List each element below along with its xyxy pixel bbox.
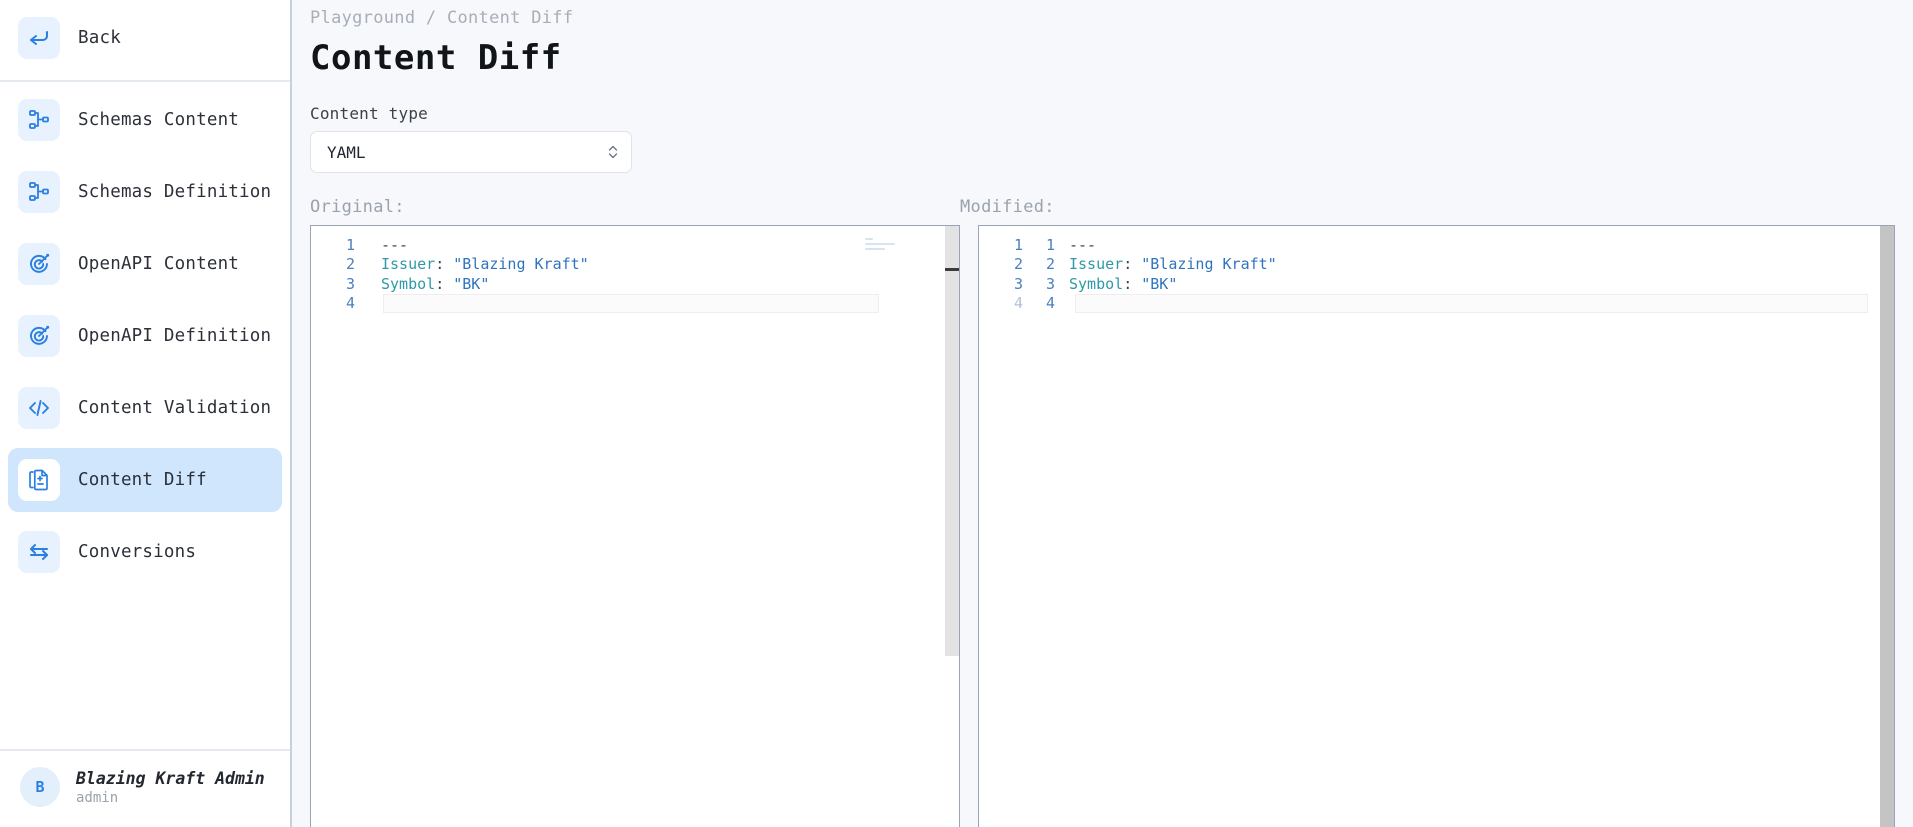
code-line: 1 --- [311, 235, 959, 255]
code-token-dash: --- [1069, 235, 1097, 254]
code-token-string: "Blazing Kraft" [453, 255, 589, 274]
code-text: Issuer: "Blazing Kraft" [357, 255, 589, 273]
page-title: Content Diff [310, 38, 562, 78]
code-token-colon: : [1123, 255, 1142, 274]
user-name: Blazing Kraft Admin [76, 768, 265, 788]
code-text: --- [357, 236, 408, 254]
line-number: 4 [345, 294, 355, 313]
sidebar-item-content-diff[interactable]: Content Diff [8, 448, 282, 512]
code-token-string: "Blazing Kraft" [1141, 255, 1277, 274]
editor-labels-row: Original: Modified: [310, 197, 1895, 217]
code-text: --- [1057, 236, 1096, 254]
openapi-target-icon [18, 243, 60, 285]
current-line-highlight [383, 293, 879, 313]
line-number: 3 [345, 274, 355, 293]
line-number-modified: 2 [1045, 255, 1055, 274]
scrollbar-marker [945, 268, 959, 271]
code-line-current: 4 [311, 293, 959, 314]
sidebar-item-label: OpenAPI Content [78, 254, 240, 274]
original-editor[interactable]: 1 --- 2 Issuer: "Blazing Kraft" 3 Symbol… [310, 225, 960, 827]
sidebar-item-conversions[interactable]: Conversions [8, 520, 282, 584]
code-brackets-icon [18, 387, 60, 429]
diff-editors: 1 --- 2 Issuer: "Blazing Kraft" 3 Symbol… [310, 225, 1895, 827]
breadcrumb[interactable]: Playground / Content Diff [310, 0, 1895, 28]
user-role: admin [76, 789, 119, 806]
sidebar-item-label: Conversions [78, 542, 197, 562]
main-content: Playground / Content Diff Content Diff C… [292, 0, 1913, 827]
sidebar-item-label: Content Diff [78, 470, 207, 490]
sidebar-item-schemas-content[interactable]: Schemas Content [8, 88, 282, 152]
line-number-modified: 4 [1045, 294, 1055, 313]
code-token-colon: : [435, 274, 454, 293]
scrollbar-thumb[interactable] [1880, 226, 1894, 827]
code-token-key: Symbol [381, 274, 436, 293]
arrow-left-enter-icon [18, 17, 60, 59]
avatar: B [20, 767, 60, 807]
code-line: 2 Issuer: "Blazing Kraft" [311, 255, 959, 275]
line-number-original: 4 [1013, 294, 1023, 313]
code-text: Symbol: "BK" [1057, 275, 1177, 293]
content-type-label: Content type [310, 104, 428, 123]
sidebar-divider [0, 80, 290, 82]
code-token-string: "BK" [1141, 274, 1178, 293]
sidebar-item-openapi-definition[interactable]: OpenAPI Definition [8, 304, 282, 368]
sidebar-item-content-validation[interactable]: Content Validation [8, 376, 282, 440]
sidebar-item-openapi-content[interactable]: OpenAPI Content [8, 232, 282, 296]
original-label: Original: [310, 197, 405, 217]
sidebar-item-label: OpenAPI Definition [78, 326, 272, 346]
line-number-modified: 3 [1045, 274, 1055, 293]
content-type-select[interactable]: YAML [310, 131, 632, 173]
line-number: 2 [345, 255, 355, 274]
line-number-original: 1 [1013, 235, 1023, 254]
sidebar-item-schemas-definition[interactable]: Schemas Definition [8, 160, 282, 224]
swap-arrows-icon [18, 531, 60, 573]
original-scrollbar[interactable] [945, 226, 959, 827]
code-line: 2 2 Issuer: "Blazing Kraft" [979, 255, 1894, 275]
code-token-string: "BK" [453, 274, 490, 293]
sidebar-item-label: Schemas Definition [78, 182, 272, 202]
code-line: 3 3 Symbol: "BK" [979, 274, 1894, 294]
sidebar-item-label: Schemas Content [78, 110, 240, 130]
app-root: Back Schemas Content Schemas Definition … [0, 0, 1913, 827]
code-token-key: Symbol [1069, 274, 1124, 293]
modified-code-area[interactable]: 1 1 --- 2 2 Issuer: "Blazing Kraft" 3 3 … [979, 226, 1894, 313]
original-code-area[interactable]: 1 --- 2 Issuer: "Blazing Kraft" 3 Symbol… [311, 226, 959, 313]
code-token-key: Issuer [1069, 255, 1124, 274]
sidebar-item-label: Content Validation [78, 398, 272, 418]
content-type-value: YAML [327, 142, 366, 162]
sidebar-item-label-back: Back [78, 28, 121, 48]
modified-label: Modified: [960, 197, 1055, 217]
code-text: Symbol: "BK" [357, 275, 489, 293]
code-token-dash: --- [381, 235, 409, 254]
schema-node-icon [18, 171, 60, 213]
modified-scrollbar[interactable] [1880, 226, 1894, 827]
scrollbar-thumb[interactable] [945, 226, 959, 656]
code-token-colon: : [435, 255, 454, 274]
code-token-colon: : [1123, 274, 1142, 293]
schema-node-icon [18, 99, 60, 141]
line-number-original: 2 [1013, 255, 1023, 274]
code-line: 3 Symbol: "BK" [311, 274, 959, 294]
sidebar: Back Schemas Content Schemas Definition … [0, 0, 292, 827]
line-number-original: 3 [1013, 274, 1023, 293]
line-number-modified: 1 [1045, 235, 1055, 254]
openapi-target-icon [18, 315, 60, 357]
chevron-updown-icon [607, 143, 619, 161]
user-profile[interactable]: B Blazing Kraft Admin admin [0, 749, 290, 827]
code-token-key: Issuer [381, 255, 436, 274]
code-line: 1 1 --- [979, 235, 1894, 255]
code-line-current: 4 4 [979, 293, 1894, 314]
line-number: 1 [345, 235, 355, 254]
file-diff-icon [18, 459, 60, 501]
modified-editor[interactable]: 1 1 --- 2 2 Issuer: "Blazing Kraft" 3 3 … [978, 225, 1895, 827]
code-text: Issuer: "Blazing Kraft" [1057, 255, 1277, 273]
current-line-highlight [1075, 293, 1868, 313]
sidebar-item-back[interactable]: Back [8, 6, 282, 70]
user-meta: Blazing Kraft Admin admin [76, 769, 265, 806]
